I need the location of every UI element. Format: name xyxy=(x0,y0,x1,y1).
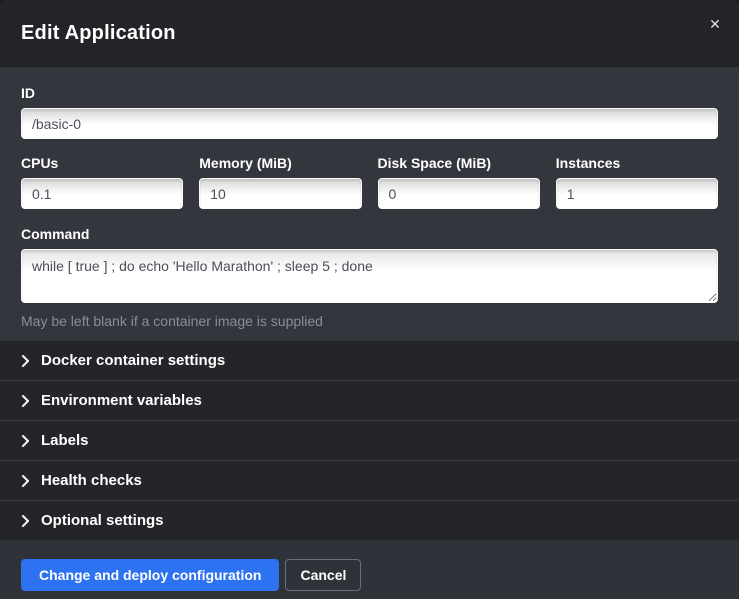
change-and-deploy-button[interactable]: Change and deploy configuration xyxy=(21,559,279,591)
memory-label: Memory (MiB) xyxy=(199,155,361,171)
chevron-right-icon xyxy=(21,395,30,407)
section-docker-container-settings[interactable]: Docker container settings xyxy=(0,341,739,380)
section-labels[interactable]: Labels xyxy=(0,420,739,460)
cpus-input[interactable] xyxy=(21,178,183,209)
memory-field-group: Memory (MiB) xyxy=(199,155,361,209)
cpus-field-group: CPUs xyxy=(21,155,183,209)
instances-field-group: Instances xyxy=(556,155,718,209)
chevron-right-icon xyxy=(21,435,30,447)
modal-title: Edit Application xyxy=(21,22,176,45)
cancel-button[interactable]: Cancel xyxy=(285,559,361,591)
modal-body: ID CPUs Memory (MiB) Disk Space (MiB) In… xyxy=(0,67,739,540)
disk-input[interactable] xyxy=(378,178,540,209)
section-label: Environment variables xyxy=(41,392,202,409)
command-help-text: May be left blank if a container image i… xyxy=(21,313,718,329)
section-label: Docker container settings xyxy=(41,352,225,369)
chevron-right-icon xyxy=(21,475,30,487)
id-input[interactable] xyxy=(21,108,718,139)
section-environment-variables[interactable]: Environment variables xyxy=(0,380,739,420)
close-icon[interactable]: ✕ xyxy=(704,13,726,35)
disk-field-group: Disk Space (MiB) xyxy=(378,155,540,209)
command-field-group: Command while [ true ] ; do echo 'Hello … xyxy=(21,226,718,329)
chevron-right-icon xyxy=(21,515,30,527)
resources-row: CPUs Memory (MiB) Disk Space (MiB) Insta… xyxy=(21,155,718,209)
section-optional-settings[interactable]: Optional settings xyxy=(0,500,739,540)
command-label: Command xyxy=(21,226,718,242)
accordion-sections: Docker container settings Environment va… xyxy=(0,341,739,540)
section-label: Optional settings xyxy=(41,512,164,529)
chevron-right-icon xyxy=(21,355,30,367)
memory-input[interactable] xyxy=(199,178,361,209)
instances-input[interactable] xyxy=(556,178,718,209)
section-label: Health checks xyxy=(41,472,142,489)
section-health-checks[interactable]: Health checks xyxy=(0,460,739,500)
cpus-label: CPUs xyxy=(21,155,183,171)
disk-label: Disk Space (MiB) xyxy=(378,155,540,171)
id-label: ID xyxy=(21,85,718,101)
instances-label: Instances xyxy=(556,155,718,171)
id-field-group: ID xyxy=(21,85,718,139)
modal-footer: Change and deploy configuration Cancel xyxy=(0,540,739,599)
edit-application-modal: Edit Application ✕ ID CPUs Memory (MiB) … xyxy=(0,0,739,599)
modal-header: Edit Application ✕ xyxy=(0,0,739,67)
command-input[interactable]: while [ true ] ; do echo 'Hello Marathon… xyxy=(21,249,718,303)
section-label: Labels xyxy=(41,432,89,449)
